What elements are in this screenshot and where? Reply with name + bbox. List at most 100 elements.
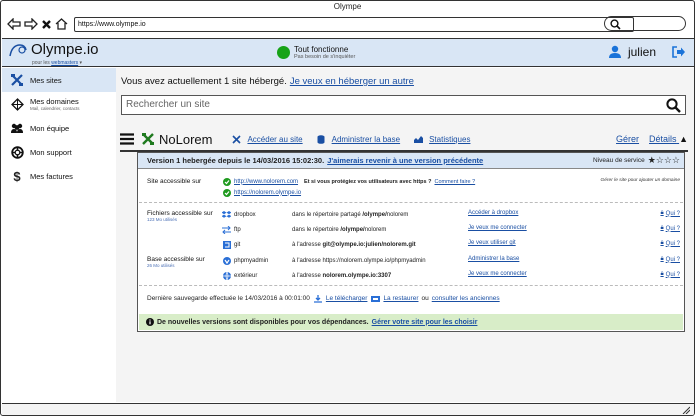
forward-icon[interactable] [24, 18, 38, 30]
logout-icon[interactable] [672, 46, 686, 58]
lock-icon: 🔒︎ [660, 256, 664, 262]
service-status: Tout fonctionne Pas besoin de s'inquiéte… [277, 45, 355, 60]
who-link-ftp[interactable]: 🔒︎ Qui ? [660, 225, 680, 232]
lock-icon: 🔒︎ [660, 240, 664, 246]
resize-grip-icon[interactable] [682, 406, 690, 414]
sidebar-item-team[interactable]: Mon équipe [2, 116, 116, 140]
dropbox-action-link[interactable]: Accéder à dropbox [468, 210, 518, 216]
revert-version-link[interactable]: J'aimerais revenir à une version précéde… [327, 156, 483, 165]
info-icon [145, 318, 154, 327]
window-frame: Olympe https://www.olympe.io Olympe.io p… [0, 0, 695, 416]
dropbox-icon [222, 210, 231, 219]
site-search-input[interactable]: Rechercher un site [121, 95, 686, 115]
download-icon [314, 294, 323, 303]
site-header: NoLorem Accéder au site Administrer la b… [120, 128, 688, 152]
sidebar-item-invoices[interactable]: $ Mes factures [2, 164, 116, 188]
manage-link[interactable]: Gérer [616, 134, 639, 144]
check-circle-icon [222, 188, 231, 197]
service-level: Niveau de service ★☆☆☆ [593, 155, 680, 166]
dollar-icon: $ [13, 168, 21, 184]
main-content: Vous avez actuellement 1 site hébergé. Je… [116, 68, 694, 402]
backup-download-link[interactable]: Le télécharger [326, 295, 368, 302]
close-icon[interactable] [41, 19, 52, 30]
caret-up-icon: ▲ [679, 134, 688, 144]
status-bar [2, 403, 694, 415]
divider [139, 285, 683, 286]
ftp-action-link[interactable]: Je veux me connecter [468, 225, 527, 231]
details-link[interactable]: Détails ▲ [649, 134, 688, 144]
logo[interactable]: Olympe.io pour les webmasters ▾ [8, 41, 99, 66]
tools-icon [232, 134, 242, 144]
home-icon[interactable] [55, 18, 68, 30]
logo-name: Olympe.io [31, 41, 99, 58]
sidebar-item-sites[interactable]: Mes sites [2, 68, 116, 92]
hosted-sites-summary: Vous avez actuellement 1 site hébergé. Je… [121, 76, 414, 87]
backup-info: Dernière sauvegarde effectuée le 14/03/2… [147, 294, 500, 303]
crossed-tools-icon [11, 74, 23, 86]
menu-icon[interactable] [120, 133, 134, 145]
who-link-git[interactable]: 🔒︎ Qui ? [660, 240, 680, 247]
phpmyadmin-action-link[interactable]: Administrer la base [468, 256, 519, 262]
sidebar-item-domains[interactable]: Mes domaines Mail, calendrier, contacts [2, 92, 116, 116]
lifebuoy-icon [10, 145, 24, 159]
site-details-panel: Version 1 hebergée depuis le 14/03/2016 … [137, 152, 685, 332]
who-link-phpmyadmin[interactable]: 🔒︎ Qui ? [660, 256, 680, 263]
site-name: NoLorem [159, 131, 213, 147]
globe-icon [10, 97, 24, 111]
who-link-external[interactable]: 🔒︎ Qui ? [660, 271, 680, 278]
team-icon [11, 123, 23, 133]
admin-db-link[interactable]: Administrer la base [317, 135, 400, 144]
site-url-http[interactable]: http://www.nolorem.com [234, 179, 298, 185]
https-howto-link[interactable]: Comment faire ? [434, 179, 475, 185]
site-url-https[interactable]: https://nolorem.olympe.io [234, 190, 301, 196]
lock-icon: 🔒︎ [660, 210, 664, 216]
lock-icon: 🔒︎ [660, 225, 664, 231]
user-menu[interactable]: julien [608, 45, 686, 59]
backup-restore-link[interactable]: La restaurer [383, 295, 418, 302]
user-name: julien [627, 45, 656, 59]
url-bar[interactable]: https://www.olympe.io [74, 16, 634, 32]
sidebar: Mes sites Mes domaines Mail, calendrier, … [2, 68, 116, 402]
divider [139, 202, 683, 203]
backup-history-link[interactable]: consulter les anciennes [432, 295, 500, 302]
back-icon[interactable] [7, 18, 21, 30]
file-access-dropbox: dropbox dans le répertoire partagé /olym… [222, 210, 408, 219]
choose-dependencies-link[interactable]: Gérer votre site pour les choisir [372, 319, 478, 326]
status-subtitle: Pas besoin de s'inquiéter [294, 54, 356, 60]
db-access-phpmyadmin: phpmyadmin à l'adresse https://nolorem.o… [222, 256, 426, 265]
transfer-arrows-icon [222, 225, 231, 234]
user-icon [608, 45, 621, 58]
browser-search-field[interactable] [604, 16, 686, 31]
access-label: Site accessible sur [147, 178, 202, 185]
statistics-link[interactable]: Statistiques [414, 135, 470, 144]
check-circle-icon [222, 177, 231, 186]
host-another-link[interactable]: Je veux en héberger un autre [290, 76, 414, 87]
domain-note: Gérer le site pour ajouter un domaine [600, 178, 680, 183]
https-question: Et si vous protégiez vos utilisateurs av… [304, 178, 432, 185]
who-link-dropbox[interactable]: 🔒︎ Qui ? [660, 210, 680, 217]
dependency-update-notice: De nouvelles versions sont disponibles p… [139, 314, 683, 330]
window-title: Olympe [333, 2, 362, 11]
db-access-external: extérieur à l'adresse nolorem.olympe.io:… [222, 271, 391, 280]
logo-arc-icon [9, 44, 27, 57]
search-icon[interactable] [666, 98, 681, 113]
database-icon [317, 134, 326, 144]
git-icon [222, 240, 231, 249]
logo-tagline: pour les webmasters ▾ [32, 60, 83, 66]
external-globe-icon [222, 271, 231, 280]
git-action-link[interactable]: Je veux utiliser git [468, 240, 516, 246]
external-db-action-link[interactable]: Je veux me connecter [468, 271, 527, 277]
version-bar: Version 1 hebergée depuis le 14/03/2016 … [138, 153, 684, 169]
service-level-stars[interactable]: ★☆☆☆ [648, 155, 680, 166]
phpmyadmin-icon [222, 256, 231, 265]
db-label: Base accessible sur 26 Mo utilisés [147, 256, 205, 268]
status-title: Tout fonctionne [294, 45, 349, 54]
lock-icon: 🔒︎ [660, 271, 664, 277]
visit-site-link[interactable]: Accéder au site [232, 134, 303, 144]
chart-icon [414, 135, 424, 144]
app-header: Olympe.io pour les webmasters ▾ Tout fon… [2, 38, 694, 67]
search-icon [610, 19, 621, 30]
crossed-tools-icon [142, 133, 154, 145]
sidebar-item-support[interactable]: Mon support [2, 140, 116, 164]
file-access-git: git à l'adresse git@olympe.io:julien/nol… [222, 240, 416, 249]
